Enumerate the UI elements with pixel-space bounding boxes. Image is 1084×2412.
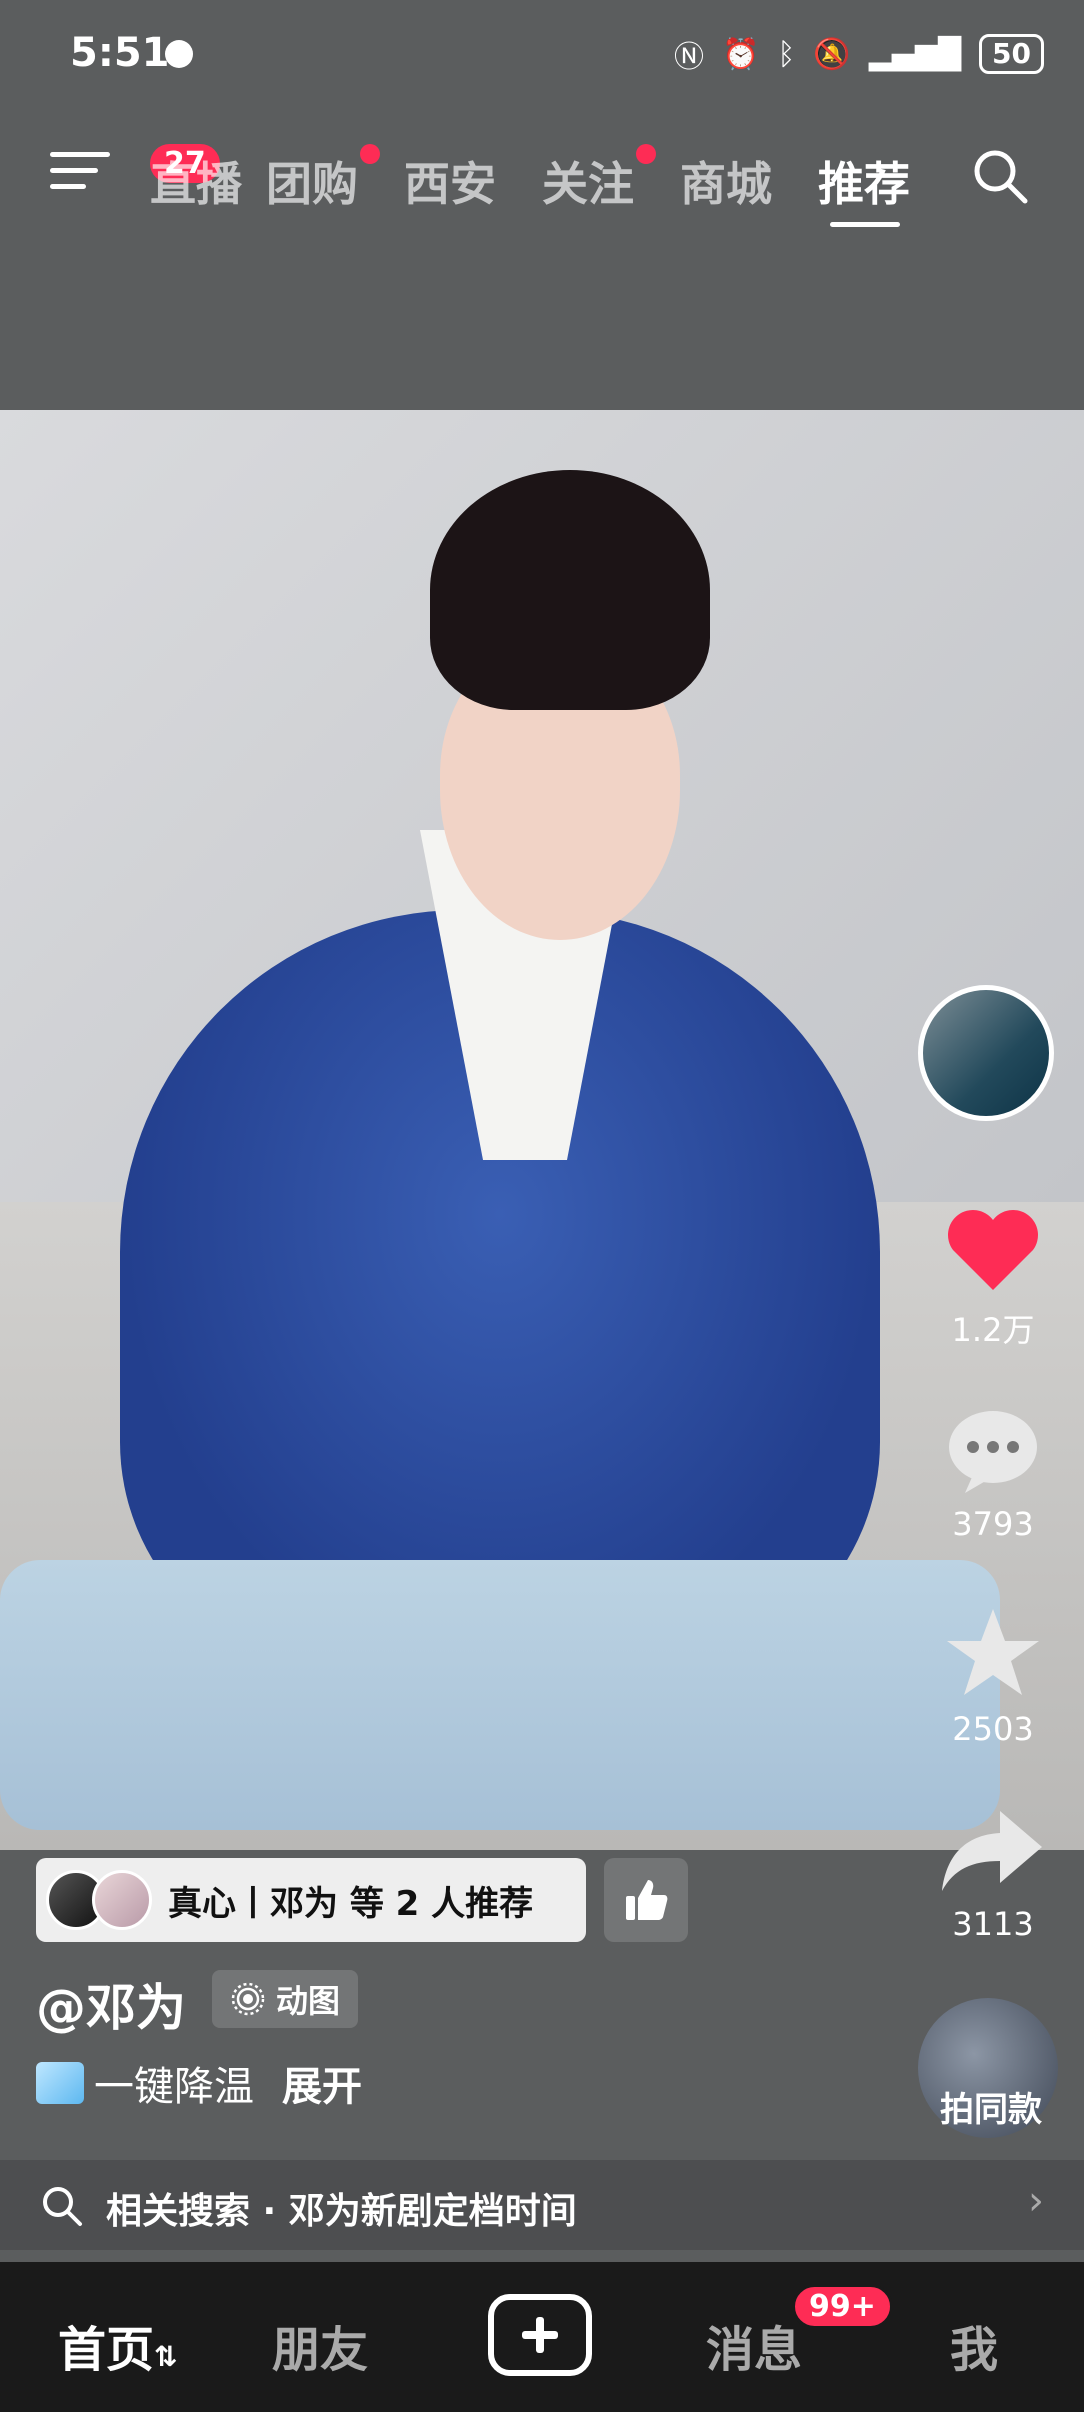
nav-home-label: 首页 (58, 2322, 155, 2378)
search-icon[interactable] (970, 146, 1030, 206)
author-avatar[interactable] (918, 985, 1054, 1121)
like-button[interactable]: 1.2万 (918, 1205, 1068, 1351)
favorite-count: 2503 (952, 1710, 1034, 1748)
motion-tag[interactable]: 动图 (212, 1970, 359, 2028)
comment-icon (949, 1411, 1037, 1493)
tab-recommend[interactable]: 推荐 (818, 148, 910, 214)
comment-button[interactable]: 3793 (918, 1405, 1068, 1543)
motion-tag-label: 动图 (276, 1982, 341, 2020)
expand-button[interactable]: 展开 (282, 2054, 362, 2112)
heart-icon (948, 1210, 1038, 1290)
menu-line-icon (50, 152, 110, 157)
create-button[interactable] (488, 2294, 592, 2376)
tab-xian[interactable]: 西安 (404, 148, 496, 214)
messages-badge: 99+ (792, 2284, 893, 2329)
bottom-navigation: 首页⇅ 朋友 消息 99+ 我 (0, 2262, 1084, 2412)
share-button[interactable]: 3113 (918, 1805, 1068, 1943)
search-icon (43, 2187, 82, 2226)
tab-following-label: 关注 (542, 157, 634, 211)
status-bar: 5:51 Ⓝ ⏰ ᛒ 🔕 ▂▄▆█ 50 (0, 0, 1084, 110)
related-search-text: 相关搜索 · 邓为新剧定档时间 (106, 2191, 577, 2232)
tab-mall[interactable]: 商城 (680, 148, 772, 214)
active-tab-indicator (830, 222, 900, 227)
alarm-icon: ⏰ (722, 36, 760, 72)
caption: 一键降温 展开 (36, 2054, 362, 2112)
tab-group-buy-label: 团购 (266, 157, 358, 211)
favorite-button[interactable]: 2503 (918, 1605, 1068, 1748)
nav-me[interactable]: 我 (950, 2310, 998, 2380)
mute-bell-icon: 🔕 (813, 36, 851, 72)
nfc-icon: Ⓝ (674, 40, 705, 75)
notification-app-icon (165, 40, 193, 68)
menu-button[interactable]: 27 (50, 144, 220, 202)
bluetooth-icon: ᛒ (777, 36, 796, 72)
tab-dot-badge (360, 144, 380, 164)
recommend-thumb-button[interactable] (604, 1858, 688, 1942)
same-style-label: 拍同款 (940, 2090, 1042, 2130)
comment-count: 3793 (952, 1505, 1034, 1543)
tab-group-buy[interactable]: 团购 (266, 144, 380, 214)
share-arrow-icon (942, 1811, 1042, 1891)
person-shorts (0, 1560, 1000, 1830)
tab-following[interactable]: 关注 (542, 144, 656, 214)
menu-line-icon (50, 184, 86, 189)
plus-icon (522, 2317, 558, 2353)
recommend-text: 真心丨邓为 等 2 人推荐 (168, 1883, 534, 1924)
battery-indicator: 50 (979, 34, 1044, 74)
star-icon (947, 1609, 1039, 1695)
status-icons: Ⓝ ⏰ ᛒ 🔕 ▂▄▆█ 50 (674, 32, 1044, 76)
recommend-bar[interactable]: 真心丨邓为 等 2 人推荐 (36, 1858, 586, 1942)
signal-icon: ▂▄▆█ (868, 36, 962, 72)
chevron-right-icon: › (1028, 2178, 1044, 2224)
caption-text: 一键降温 (94, 2064, 254, 2110)
tab-dot-badge (636, 144, 656, 164)
related-search-bar[interactable]: 相关搜索 · 邓为新剧定档时间 › (0, 2160, 1084, 2250)
menu-line-icon (50, 168, 98, 173)
like-count: 1.2万 (951, 1311, 1035, 1349)
author-name[interactable]: @邓为 (36, 1968, 186, 2040)
nav-messages[interactable]: 消息 (706, 2310, 802, 2380)
person-hair (430, 470, 710, 710)
thumbs-up-icon (626, 1880, 668, 1920)
recommender-avatar (92, 1870, 152, 1930)
nav-friends[interactable]: 朋友 (272, 2310, 368, 2380)
nav-home[interactable]: 首页⇅ (58, 2310, 177, 2380)
live-photo-icon (231, 1982, 265, 2016)
status-time: 5:51 (70, 30, 170, 76)
top-navigation: 27 直播 团购 西安 关注 商城 推荐 (0, 130, 1084, 230)
swap-icon: ⇅ (154, 2340, 178, 2373)
share-count: 3113 (952, 1905, 1034, 1943)
ice-cube-icon (36, 2062, 84, 2104)
tab-live[interactable]: 直播 (150, 148, 242, 214)
